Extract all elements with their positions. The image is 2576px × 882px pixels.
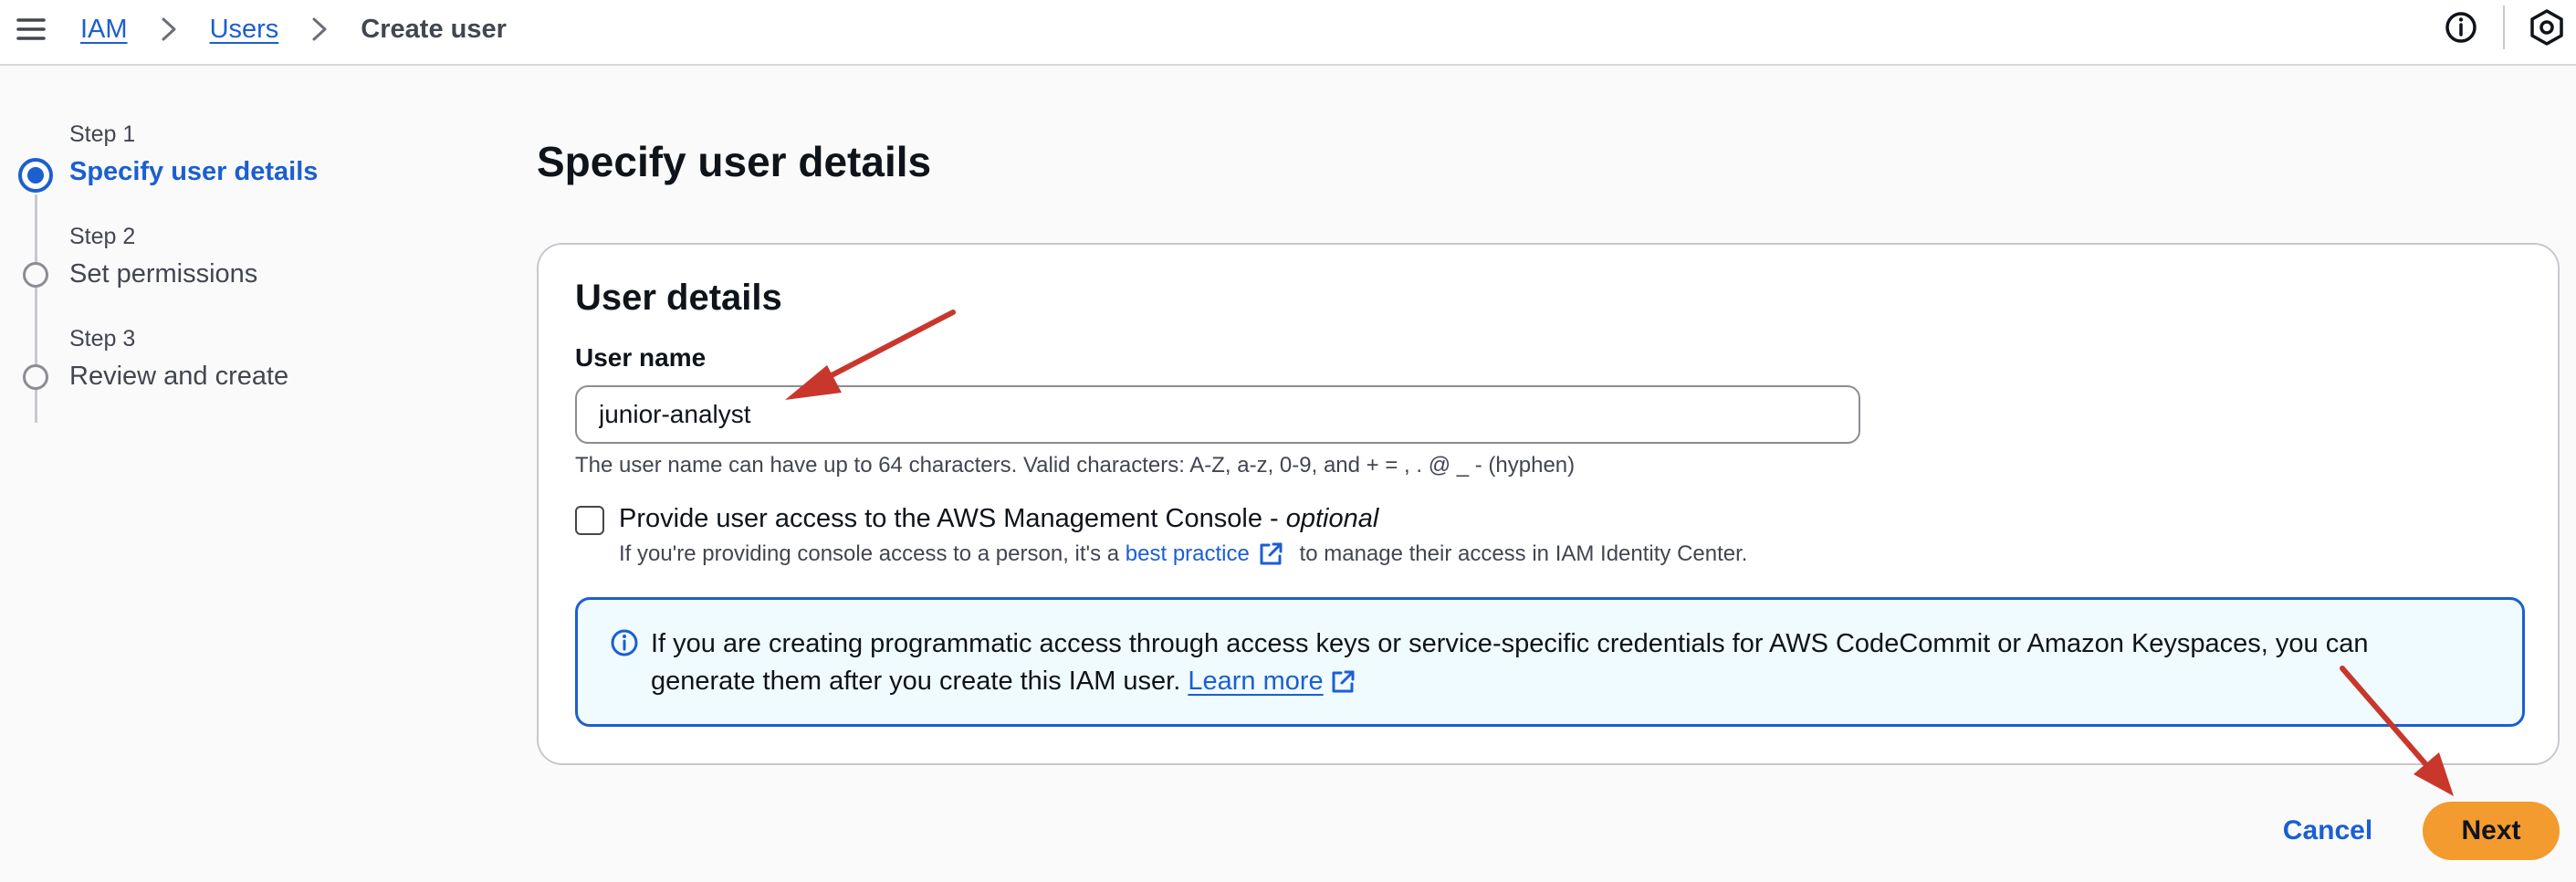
best-practice-link[interactable]: best practice xyxy=(1126,541,1250,567)
breadcrumb-users-link[interactable]: Users xyxy=(210,15,279,45)
step-1-title[interactable]: Specify user details xyxy=(69,157,318,187)
settings-icon[interactable] xyxy=(2527,7,2567,47)
info-icon[interactable] xyxy=(2443,9,2479,46)
console-desc-text-after: to manage their access in IAM Identity C… xyxy=(1293,541,1748,566)
toolbar-divider xyxy=(2503,5,2505,49)
chevron-right-icon xyxy=(162,17,176,41)
step-3-title: Review and create xyxy=(69,362,289,391)
username-constraint-text: The user name can have up to 64 characte… xyxy=(575,453,1576,478)
external-link-icon[interactable] xyxy=(1329,668,1356,696)
breadcrumb-iam-link[interactable]: IAM xyxy=(80,15,128,45)
user-details-card: User details User name The user name can… xyxy=(537,243,2560,765)
next-button[interactable]: Next xyxy=(2423,802,2560,860)
chevron-right-icon xyxy=(312,17,327,41)
alert-text: If you are creating programmatic access … xyxy=(651,625,2458,700)
learn-more-link[interactable]: Learn more xyxy=(1188,667,1323,696)
step-1-active-indicator xyxy=(18,158,53,193)
console-desc-text: If you're providing console access to a … xyxy=(619,541,1126,566)
cancel-button[interactable]: Cancel xyxy=(2264,802,2392,860)
info-icon xyxy=(611,629,638,656)
console-access-label: Provide user access to the AWS Managemen… xyxy=(619,504,1378,534)
username-input[interactable] xyxy=(575,385,1860,444)
menu-icon[interactable] xyxy=(15,13,47,46)
external-link-icon[interactable] xyxy=(1257,541,1284,568)
console-access-checkbox[interactable] xyxy=(575,506,604,535)
console-access-description: If you're providing console access to a … xyxy=(619,541,1747,568)
step-2-label: Step 2 xyxy=(69,224,136,249)
breadcrumb: IAM Users Create user xyxy=(80,11,507,47)
step-connector xyxy=(35,297,37,423)
breadcrumb-current: Create user xyxy=(361,14,507,44)
step-3-indicator xyxy=(23,364,48,390)
optional-text: optional xyxy=(1285,504,1379,533)
step-2-indicator xyxy=(23,262,48,288)
card-title: User details xyxy=(575,278,782,318)
alert-message: If you are creating programmatic access … xyxy=(651,629,2369,696)
step-3-label: Step 3 xyxy=(69,326,136,352)
step-2-title: Set permissions xyxy=(69,259,258,289)
username-label: User name xyxy=(575,343,707,372)
top-navigation-bar: IAM Users Create user xyxy=(0,0,2576,66)
info-alert: If you are creating programmatic access … xyxy=(575,597,2525,727)
page-title: Specify user details xyxy=(537,138,932,185)
step-1-label: Step 1 xyxy=(69,121,136,147)
console-access-label-text: Provide user access to the AWS Managemen… xyxy=(619,504,1286,533)
